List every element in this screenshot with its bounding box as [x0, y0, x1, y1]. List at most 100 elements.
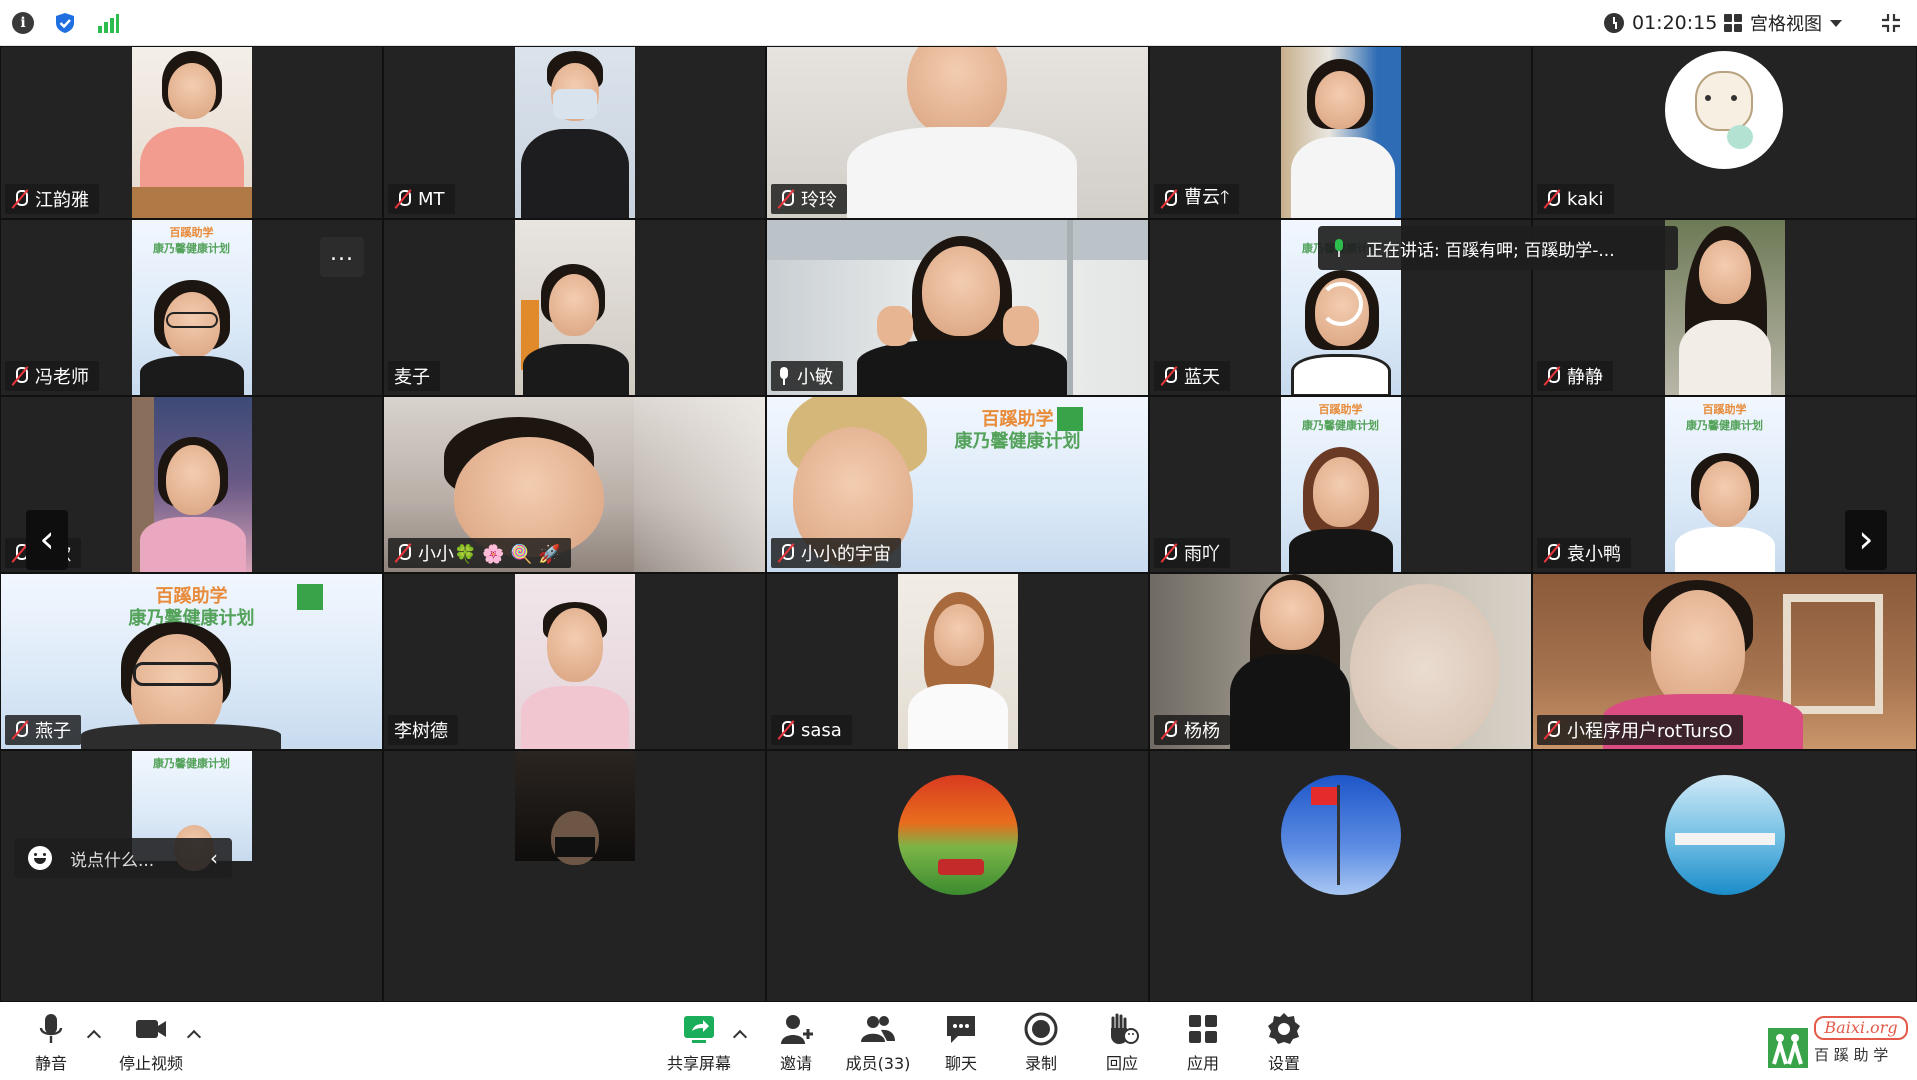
participant-tile[interactable]: 麦子 [383, 219, 766, 396]
participant-tile[interactable]: 玲玲 [766, 46, 1149, 219]
participant-tile[interactable]: sasa [766, 573, 1149, 750]
avatar [1664, 775, 1785, 895]
participant-tile[interactable]: 百蹊助学 康乃馨健康计划 燕子 [0, 573, 383, 750]
baixi-logo-icon [1768, 1028, 1808, 1068]
avatar [897, 775, 1018, 895]
mic-muted-icon [1543, 189, 1561, 209]
participant-tile[interactable]: MT [383, 46, 766, 219]
members-button[interactable]: 成员(33) [843, 1010, 913, 1074]
invite-button[interactable]: 邀请 [775, 1010, 817, 1074]
mic-muted-icon [394, 543, 412, 563]
settings-button[interactable]: 设置 [1263, 1010, 1305, 1074]
timer-text: 01:20:15 [1632, 12, 1718, 34]
active-speaker-indicator: 正在讲话: 百蹊有呷; 百蹊助学-... [1318, 226, 1678, 270]
view-mode-dropdown[interactable]: 宫格视图 [1724, 10, 1842, 36]
participant-name: 冯老师 [5, 361, 99, 391]
mic-muted-icon [1160, 189, 1178, 209]
participants-icon [861, 1016, 895, 1042]
add-user-icon [781, 1015, 813, 1044]
participant-tile[interactable]: kaki [1532, 46, 1917, 219]
mute-button[interactable]: 静音 [30, 1010, 72, 1074]
participant-tile[interactable]: 杨杨 [1149, 573, 1532, 750]
participant-tile[interactable]: 小程序用户rotTursO [1532, 573, 1917, 750]
participant-name: 燕子 [5, 715, 81, 745]
share-screen-button[interactable]: 共享屏幕 [662, 1010, 736, 1074]
participant-tile[interactable]: 李树德 [383, 573, 766, 750]
chat-bubble-icon [947, 1016, 975, 1043]
mic-muted-icon [11, 720, 29, 740]
participant-name: 小敏 [771, 361, 843, 391]
mic-muted-icon [1160, 366, 1178, 386]
video-options-caret[interactable] [186, 1029, 202, 1045]
participant-tile[interactable]: 小敏 [766, 219, 1149, 396]
participant-tile[interactable] [766, 750, 1149, 1002]
avatar [1664, 51, 1783, 169]
participant-name: 杨杨 [1154, 715, 1230, 745]
mic-muted-icon [777, 189, 795, 209]
share-screen-icon [684, 1016, 714, 1043]
mic-muted-icon [1160, 720, 1178, 740]
mic-muted-icon [1543, 720, 1561, 740]
participant-name: 曹云🡑 [1154, 184, 1240, 214]
grid-view-icon [1724, 14, 1742, 32]
mic-muted-icon [777, 720, 795, 740]
record-button[interactable]: 录制 [1020, 1010, 1062, 1074]
mic-muted-icon [777, 543, 795, 563]
participant-tile[interactable]: 百蹊助学 康乃馨健康计划 小小的宇宙 [766, 396, 1149, 573]
mute-options-caret[interactable] [86, 1029, 102, 1045]
react-button[interactable]: 回应 [1101, 1010, 1143, 1074]
quick-chat-input[interactable]: 说点什么... ‹ [14, 838, 232, 878]
chevron-left-icon[interactable]: ‹ [210, 846, 218, 870]
participant-name: 小小的宇宙 [771, 538, 901, 568]
participant-name: 蓝天 [1154, 361, 1230, 391]
chevron-down-icon [1830, 19, 1842, 27]
more-options-button[interactable]: ... [320, 237, 364, 277]
signal-strength-icon[interactable] [97, 12, 119, 34]
participant-name: MT [388, 184, 455, 214]
participant-name: 雨吖 [1154, 538, 1230, 568]
mic-muted-icon [394, 189, 412, 209]
emoji-icon[interactable] [28, 846, 52, 870]
participant-tile[interactable] [1532, 750, 1917, 1002]
mic-muted-icon [1543, 366, 1561, 386]
participant-name: 静静 [1537, 361, 1613, 391]
raise-hand-icon [1111, 1013, 1139, 1044]
shield-icon[interactable] [54, 12, 76, 34]
prev-page-button[interactable]: ‹ [26, 510, 68, 570]
participant-tile[interactable]: 曹云🡑 [1149, 46, 1532, 219]
video-camera-icon [136, 1020, 166, 1038]
mic-muted-icon [1543, 543, 1561, 563]
participant-tile[interactable]: 江韵雅 [0, 46, 383, 219]
mic-muted-icon [11, 366, 29, 386]
mic-muted-icon [11, 189, 29, 209]
mic-on-icon [777, 366, 791, 386]
gear-icon [1268, 1013, 1300, 1044]
info-icon[interactable]: i [12, 12, 34, 34]
meeting-toolbar: 静音 停止视频 共享屏幕 邀请 成员(33) 聊天 录制 回应 应用 设置 Ba… [0, 1002, 1917, 1080]
chat-button[interactable]: 聊天 [940, 1010, 982, 1074]
microphone-icon [39, 1014, 63, 1043]
top-bar: i 01:20:15 宫格视图 [0, 0, 1917, 46]
stop-video-button[interactable]: 停止视频 [116, 1010, 186, 1074]
participant-name: kaki [1537, 184, 1614, 214]
participant-name: 江韵雅 [5, 184, 99, 214]
mic-muted-icon [1160, 543, 1178, 563]
exit-fullscreen-icon[interactable] [1880, 12, 1902, 34]
participant-name: 小程序用户rotTursO [1537, 715, 1743, 745]
meeting-timer: 01:20:15 [1604, 10, 1717, 36]
apps-grid-icon [1189, 1015, 1217, 1043]
participant-name: 麦子 [388, 361, 440, 391]
participant-tile[interactable] [1149, 750, 1532, 1002]
chat-placeholder: 说点什么... [70, 850, 155, 871]
participant-name: 玲玲 [771, 184, 847, 214]
video-grid: 江韵雅 MT 玲玲 曹云🡑 kaki 百蹊助学 康乃馨健康计划 冯老师 麦子 小… [0, 46, 1917, 1002]
participant-tile[interactable] [383, 750, 766, 1002]
participant-tile[interactable]: 小小🍀 🌸 🍭 🚀 [383, 396, 766, 573]
next-page-button[interactable]: › [1845, 510, 1887, 570]
clock-icon [1604, 13, 1624, 33]
participant-name: sasa [771, 715, 852, 745]
mic-speaking-icon [1332, 238, 1346, 258]
apps-button[interactable]: 应用 [1182, 1010, 1224, 1074]
participant-tile[interactable]: 百蹊助学 康乃馨健康计划 雨吖 [1149, 396, 1532, 573]
participant-name: 袁小鸭 [1537, 538, 1631, 568]
